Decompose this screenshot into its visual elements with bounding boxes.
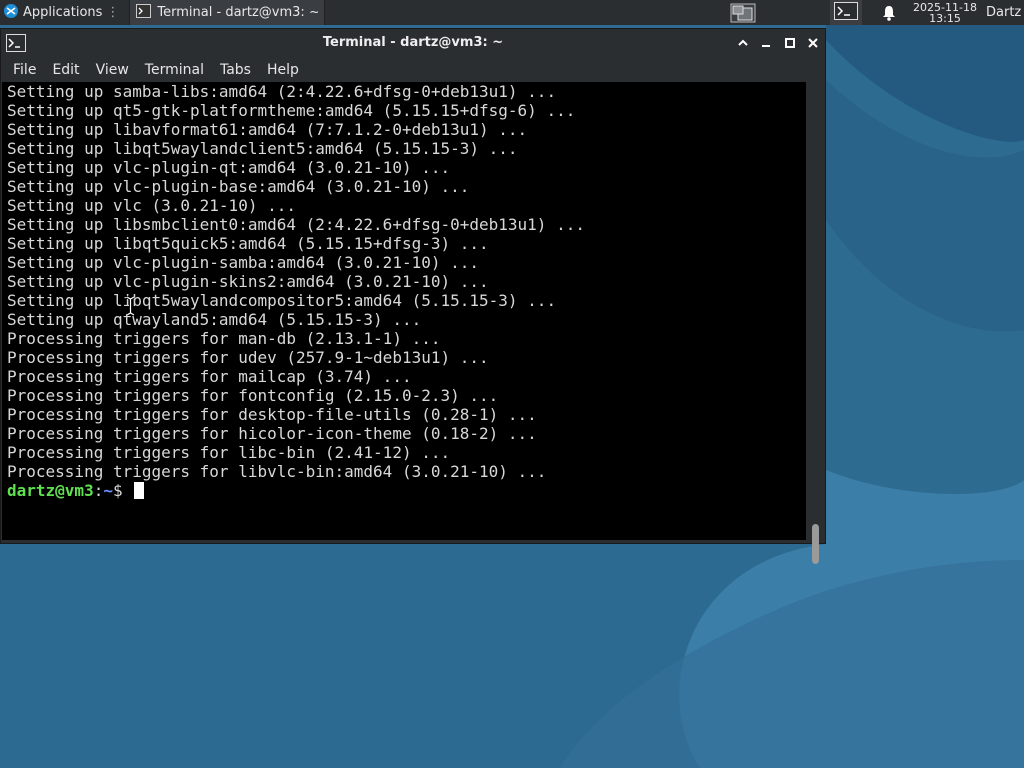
prompt-symbol: $ bbox=[112, 481, 133, 500]
taskbar-item-terminal[interactable]: Terminal - dartz@vm3: ~ bbox=[129, 0, 326, 25]
terminal-line: Processing triggers for desktop-file-uti… bbox=[7, 405, 537, 424]
user-menu[interactable]: Dartz bbox=[986, 0, 1021, 25]
terminal-line: Setting up libqt5quick5:amd64 (5.15.15+d… bbox=[7, 234, 489, 253]
terminal-icon bbox=[834, 1, 858, 24]
terminal-line: Processing triggers for libc-bin (2.41-1… bbox=[7, 443, 451, 462]
menu-terminal[interactable]: Terminal bbox=[137, 62, 212, 78]
top-panel: Applications ⋮ Terminal - dartz@vm3: ~ 2… bbox=[0, 0, 1024, 25]
prompt-user: dartz@vm3 bbox=[7, 481, 94, 500]
close-button[interactable] bbox=[803, 33, 823, 53]
prompt-path: ~ bbox=[103, 481, 113, 500]
terminal-line: Processing triggers for fontconfig (2.15… bbox=[7, 386, 499, 405]
terminal-line: Processing triggers for man-db (2.13.1-1… bbox=[7, 329, 441, 348]
applications-menu-button[interactable]: Applications ⋮ bbox=[0, 0, 125, 25]
bell-icon[interactable] bbox=[880, 0, 898, 25]
maximize-button[interactable] bbox=[780, 33, 800, 53]
prompt-separator: : bbox=[93, 481, 104, 500]
menu-help[interactable]: Help bbox=[259, 62, 307, 78]
prompt-line[interactable]: dartz@vm3:~$ bbox=[7, 481, 806, 500]
clock[interactable]: 2025-11-18 13:15 bbox=[908, 0, 982, 25]
clock-date: 2025-11-18 bbox=[913, 0, 977, 14]
window-title: Terminal - dartz@vm3: ~ bbox=[322, 35, 504, 50]
terminal-line: Setting up libsmbclient0:amd64 (2:4.22.6… bbox=[7, 215, 585, 234]
terminal-line: Setting up vlc (3.0.21-10) ... bbox=[7, 196, 296, 215]
menu-separator-icon: ⋮ bbox=[106, 5, 120, 20]
scrollbar-thumb[interactable] bbox=[812, 524, 819, 564]
menu-file[interactable]: File bbox=[5, 62, 44, 78]
taskbar-item-label: Terminal - dartz@vm3: ~ bbox=[157, 5, 319, 20]
menu-edit[interactable]: Edit bbox=[44, 62, 87, 78]
window-titlebar[interactable]: Terminal - dartz@vm3: ~ bbox=[1, 29, 825, 57]
terminal-line: Processing triggers for mailcap (3.74) .… bbox=[7, 367, 412, 386]
workspace-switcher-icon[interactable] bbox=[729, 0, 757, 25]
terminal-launcher-button[interactable] bbox=[830, 0, 862, 25]
terminal-line: Setting up qt5-gtk-platformtheme:amd64 (… bbox=[7, 101, 576, 120]
menu-tabs[interactable]: Tabs bbox=[212, 62, 259, 78]
clock-time: 13:15 bbox=[929, 11, 961, 25]
terminal-cursor bbox=[134, 482, 145, 499]
terminal-line: Processing triggers for libvlc-bin:amd64… bbox=[7, 462, 547, 481]
terminal-line: Setting up libqt5waylandclient5:amd64 (5… bbox=[7, 139, 518, 158]
xfce-logo-icon bbox=[3, 3, 19, 23]
terminal-line: Setting up vlc-plugin-qt:amd64 (3.0.21-1… bbox=[7, 158, 451, 177]
terminal-line: Setting up libavformat61:amd64 (7:7.1.2-… bbox=[7, 120, 528, 139]
shade-button[interactable] bbox=[733, 33, 753, 53]
terminal-line: Setting up vlc-plugin-samba:amd64 (3.0.2… bbox=[7, 253, 480, 272]
applications-label: Applications bbox=[23, 5, 103, 20]
terminal-scrollbar[interactable] bbox=[807, 82, 825, 564]
text-cursor-icon bbox=[126, 295, 135, 317]
terminal-line: Setting up vlc-plugin-base:amd64 (3.0.21… bbox=[7, 177, 470, 196]
terminal-output[interactable]: Setting up samba-libs:amd64 (2:4.22.6+df… bbox=[2, 82, 806, 540]
terminal-line: Processing triggers for hicolor-icon-the… bbox=[7, 424, 537, 443]
terminal-line: Setting up samba-libs:amd64 (2:4.22.6+df… bbox=[7, 82, 557, 101]
terminal-icon bbox=[136, 3, 152, 22]
terminal-line: Setting up vlc-plugin-skins2:amd64 (3.0.… bbox=[7, 272, 489, 291]
menu-bar: File Edit View Terminal Tabs Help bbox=[1, 57, 825, 82]
minimize-button[interactable] bbox=[756, 33, 776, 53]
terminal-line: Processing triggers for udev (257.9-1~de… bbox=[7, 348, 489, 367]
terminal-window: Terminal - dartz@vm3: ~ File Edit View T… bbox=[0, 28, 826, 564]
menu-view[interactable]: View bbox=[88, 62, 137, 78]
